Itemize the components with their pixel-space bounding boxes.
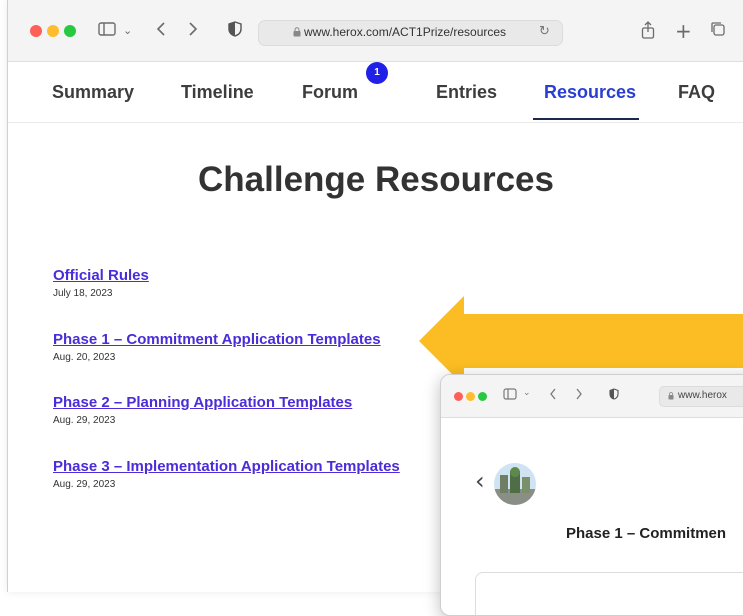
forum-notification-badge: 1 <box>366 62 388 84</box>
chevron-down-icon[interactable]: ⌄ <box>523 388 531 398</box>
active-tab-indicator <box>533 118 639 120</box>
lock-icon <box>668 392 674 400</box>
address-bar[interactable]: www.herox.com/ACT1Prize/resources ↻ <box>258 20 563 46</box>
avatar <box>494 463 536 505</box>
zoom-window-button[interactable] <box>64 25 76 37</box>
resource-item: Phase 3 – Implementation Application Tem… <box>53 458 400 490</box>
tab-resources[interactable]: Resources <box>544 82 636 103</box>
forward-icon[interactable] <box>575 388 583 403</box>
tab-forum[interactable]: Forum <box>302 82 358 103</box>
reload-icon[interactable]: ↻ <box>539 24 550 39</box>
overlay-page-title: Phase 1 – Commitmen <box>566 525 727 542</box>
tab-summary[interactable]: Summary <box>52 82 134 103</box>
resource-link-phase-2[interactable]: Phase 2 – Planning Application Templates <box>53 394 352 411</box>
browser-toolbar: ⌄ www.herox.com/ACT1Prize/resources ↻ + <box>8 0 743 62</box>
back-chevron-icon[interactable]: ‹ <box>475 467 485 495</box>
resource-item: Phase 2 – Planning Application Templates… <box>53 394 352 426</box>
share-icon[interactable] <box>641 21 655 41</box>
close-window-button[interactable] <box>454 392 463 401</box>
tab-overview-icon[interactable] <box>710 21 726 41</box>
secondary-toolbar: ⌄ www.herox <box>441 375 743 418</box>
url-text: www.herox <box>678 390 727 401</box>
close-window-button[interactable] <box>30 25 42 37</box>
page-title: Challenge Resources <box>198 160 554 199</box>
resource-date: Aug. 20, 2023 <box>53 352 116 363</box>
resource-item: Phase 1 – Commitment Application Templat… <box>53 331 381 363</box>
resource-date: Aug. 29, 2023 <box>53 479 116 490</box>
minimize-window-button[interactable] <box>466 392 475 401</box>
privacy-shield-icon[interactable] <box>228 21 242 41</box>
resource-date: July 18, 2023 <box>53 288 113 299</box>
highlight-arrow-icon <box>419 296 743 386</box>
url-text: www.herox.com/ACT1Prize/resources <box>304 25 507 39</box>
resource-link-phase-1[interactable]: Phase 1 – Commitment Application Templat… <box>53 331 381 348</box>
new-tab-icon[interactable]: + <box>675 21 692 41</box>
resource-link-official-rules[interactable]: Official Rules <box>53 267 149 284</box>
lock-icon <box>293 27 301 37</box>
privacy-shield-icon[interactable] <box>609 388 619 403</box>
back-icon[interactable] <box>156 21 166 41</box>
sidebar-toggle-icon[interactable] <box>98 21 116 41</box>
resource-link-phase-3[interactable]: Phase 3 – Implementation Application Tem… <box>53 458 400 475</box>
resource-item: Official Rules July 18, 2023 <box>53 267 149 299</box>
content-card <box>475 572 743 615</box>
tab-faq[interactable]: FAQ <box>678 82 715 103</box>
tab-timeline[interactable]: Timeline <box>181 82 254 103</box>
secondary-browser-window: ⌄ www.herox ‹ Phase 1 – Commitmen <box>440 374 743 616</box>
back-icon[interactable] <box>549 388 557 403</box>
address-bar[interactable]: www.herox <box>659 386 743 407</box>
chevron-down-icon[interactable]: ⌄ <box>123 21 132 41</box>
tab-entries[interactable]: Entries <box>436 82 497 103</box>
forward-icon[interactable] <box>188 21 198 41</box>
resource-date: Aug. 29, 2023 <box>53 415 116 426</box>
minimize-window-button[interactable] <box>47 25 59 37</box>
sidebar-toggle-icon[interactable] <box>503 388 517 403</box>
zoom-window-button[interactable] <box>478 392 487 401</box>
